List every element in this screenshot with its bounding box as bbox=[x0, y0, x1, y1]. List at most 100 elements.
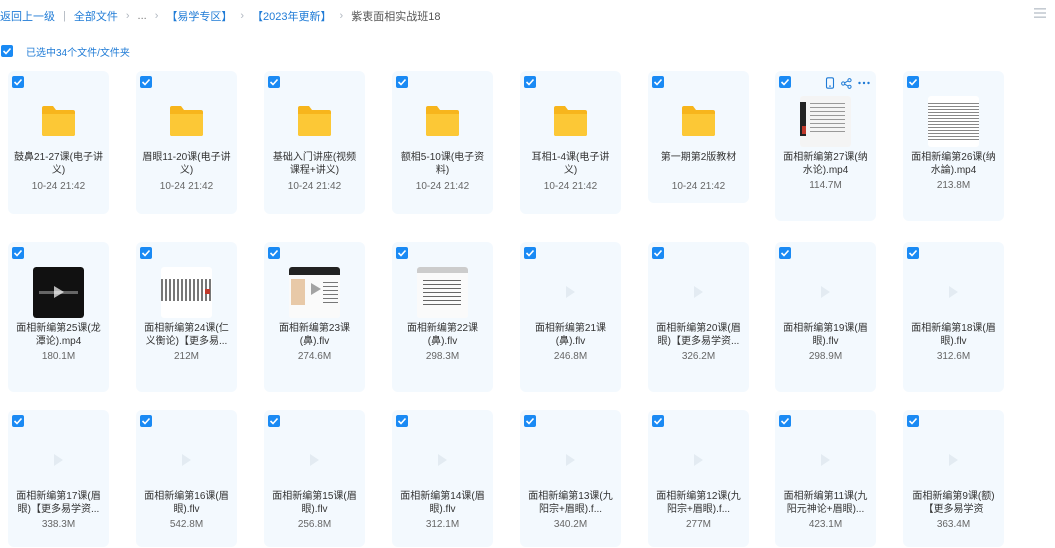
select-all-checkbox[interactable] bbox=[1, 45, 13, 57]
file-card[interactable]: 面相新编第20课(眉眼)【更多易学资... 326.2M bbox=[648, 242, 749, 392]
file-size: 338.3M bbox=[41, 519, 76, 530]
file-size: 246.8M bbox=[553, 351, 588, 362]
file-checkbox[interactable] bbox=[12, 415, 24, 427]
file-checkbox[interactable] bbox=[779, 76, 791, 88]
file-name: 耳相1-4课(电子讲义) bbox=[531, 152, 610, 176]
file-card[interactable]: 面相新编第21课(鼻).flv 246.8M bbox=[520, 242, 621, 392]
file-checkbox[interactable] bbox=[396, 247, 408, 259]
file-size: 180.1M bbox=[41, 351, 76, 362]
file-card[interactable]: 面相新编第13课(九阳宗+眉眼).f... 340.2M bbox=[520, 410, 621, 547]
file-card[interactable]: 面相新编第22课(鼻).flv 298.3M bbox=[392, 242, 493, 392]
breadcrumb-all-files[interactable]: 全部文件 bbox=[74, 8, 118, 24]
video-file-icon bbox=[694, 286, 703, 298]
file-card[interactable]: 面相新编第14课(眉眼).flv 312.1M bbox=[392, 410, 493, 547]
video-thumbnail bbox=[417, 267, 468, 318]
file-checkbox[interactable] bbox=[524, 76, 536, 88]
file-card[interactable]: 面相新编第24课(仁义衡论)【更多易... 212M bbox=[136, 242, 237, 392]
share-icon[interactable] bbox=[841, 77, 852, 89]
file-checkbox[interactable] bbox=[652, 415, 664, 427]
file-card[interactable]: 鼓鼻21-27课(电子讲义) 10-24 21:42 bbox=[8, 71, 109, 214]
file-name: 面相新编第21课(鼻).flv bbox=[534, 323, 607, 347]
check-icon bbox=[525, 78, 535, 86]
file-card[interactable]: 面相新编第17课(眉眼)【更多易学资... 338.3M bbox=[8, 410, 109, 547]
file-name: 面相新编第24课(仁义衡论)【更多易... bbox=[144, 323, 229, 347]
file-checkbox[interactable] bbox=[907, 76, 919, 88]
file-checkbox[interactable] bbox=[907, 415, 919, 427]
check-icon bbox=[269, 78, 279, 86]
breadcrumb-ellipsis[interactable]: ... bbox=[138, 10, 147, 22]
video-file-icon bbox=[949, 454, 958, 466]
file-checkbox[interactable] bbox=[779, 247, 791, 259]
file-checkbox[interactable] bbox=[12, 247, 24, 259]
file-card[interactable]: 面相新编第9课(额)【更多易学资 363.4M bbox=[903, 410, 1004, 547]
breadcrumb-separator: › bbox=[154, 10, 159, 22]
file-checkbox[interactable] bbox=[140, 76, 152, 88]
file-card[interactable]: 面相新编第12课(九阳宗+眉眼).f... 277M bbox=[648, 410, 749, 547]
file-checkbox[interactable] bbox=[652, 247, 664, 259]
file-card[interactable]: 面相新编第26课(纳水論).mp4 213.8M bbox=[903, 71, 1004, 221]
more-icon[interactable] bbox=[858, 81, 870, 85]
file-checkbox[interactable] bbox=[396, 76, 408, 88]
file-checkbox[interactable] bbox=[396, 415, 408, 427]
file-card[interactable]: 面相新编第18课(眉眼).flv 312.6M bbox=[903, 242, 1004, 392]
file-checkbox[interactable] bbox=[140, 247, 152, 259]
breadcrumb-separator: | bbox=[63, 10, 66, 22]
folder-icon bbox=[170, 106, 203, 136]
file-name: 面相新编第9课(额)【更多易学资 bbox=[912, 491, 995, 515]
file-card[interactable]: 基础入门讲座(视频课程+讲义) 10-24 21:42 bbox=[264, 71, 365, 214]
breadcrumb-yixue[interactable]: 【易学专区】 bbox=[166, 8, 232, 24]
video-thumbnail bbox=[800, 96, 851, 147]
file-size: 423.1M bbox=[808, 519, 843, 530]
file-size: 298.9M bbox=[808, 351, 843, 362]
file-card[interactable]: 面相新编第15课(眉眼).flv 256.8M bbox=[264, 410, 365, 547]
file-name: 面相新编第22课(鼻).flv bbox=[406, 323, 479, 347]
list-view-icon[interactable] bbox=[1033, 6, 1047, 20]
breadcrumb-separator: › bbox=[125, 10, 130, 22]
file-checkbox[interactable] bbox=[268, 76, 280, 88]
breadcrumb-separator: › bbox=[240, 10, 245, 22]
file-name: 面相新编第16课(眉眼).flv bbox=[144, 491, 229, 515]
phone-icon[interactable] bbox=[825, 77, 835, 89]
video-thumbnail bbox=[161, 267, 212, 318]
file-card[interactable]: 面相新编第19课(眉眼).flv 298.9M bbox=[775, 242, 876, 392]
file-checkbox[interactable] bbox=[524, 415, 536, 427]
check-icon bbox=[908, 417, 918, 425]
file-card[interactable]: 眉眼11-20课(电子讲义) 10-24 21:42 bbox=[136, 71, 237, 214]
check-icon bbox=[13, 78, 23, 86]
file-card[interactable]: 第一期第2版教材 10-24 21:42 bbox=[648, 71, 749, 203]
check-icon bbox=[780, 78, 790, 86]
back-link[interactable]: 返回上一级 bbox=[0, 8, 55, 24]
file-date: 10-24 21:42 bbox=[31, 181, 86, 192]
breadcrumb-2023[interactable]: 【2023年更新】 bbox=[252, 8, 331, 24]
check-icon bbox=[780, 417, 790, 425]
file-card[interactable]: 面相新编第11课(九阳元神论+眉眼)... 423.1M bbox=[775, 410, 876, 547]
check-icon bbox=[141, 78, 151, 86]
file-checkbox[interactable] bbox=[268, 247, 280, 259]
file-checkbox[interactable] bbox=[524, 247, 536, 259]
file-card[interactable]: 额相5-10课(电子资料) 10-24 21:42 bbox=[392, 71, 493, 214]
file-card[interactable]: 面相新编第23课(鼻).flv 274.6M bbox=[264, 242, 365, 392]
file-checkbox[interactable] bbox=[12, 76, 24, 88]
file-name: 面相新编第14课(眉眼).flv bbox=[400, 491, 485, 515]
check-icon bbox=[141, 417, 151, 425]
check-icon bbox=[2, 47, 12, 55]
file-checkbox[interactable] bbox=[652, 76, 664, 88]
file-name: 鼓鼻21-27课(电子讲义) bbox=[14, 152, 103, 176]
file-date: 10-24 21:42 bbox=[415, 181, 470, 192]
file-name: 面相新编第11课(九阳元神论+眉眼)... bbox=[783, 491, 868, 515]
check-icon bbox=[397, 417, 407, 425]
check-icon bbox=[780, 249, 790, 257]
check-icon bbox=[13, 249, 23, 257]
file-checkbox[interactable] bbox=[268, 415, 280, 427]
file-checkbox[interactable] bbox=[140, 415, 152, 427]
video-file-icon bbox=[182, 454, 191, 466]
file-card[interactable]: 面相新编第27课(纳水论).mp4 114.7M bbox=[775, 71, 876, 221]
file-checkbox[interactable] bbox=[779, 415, 791, 427]
file-card[interactable]: 耳相1-4课(电子讲义) 10-24 21:42 bbox=[520, 71, 621, 214]
file-name: 眉眼11-20课(电子讲义) bbox=[142, 152, 231, 176]
file-card[interactable]: 面相新编第16课(眉眼).flv 542.8M bbox=[136, 410, 237, 547]
check-icon bbox=[908, 249, 918, 257]
file-card[interactable]: 面相新编第25课(龙潭论).mp4 180.1M bbox=[8, 242, 109, 392]
video-file-icon bbox=[438, 454, 447, 466]
file-checkbox[interactable] bbox=[907, 247, 919, 259]
